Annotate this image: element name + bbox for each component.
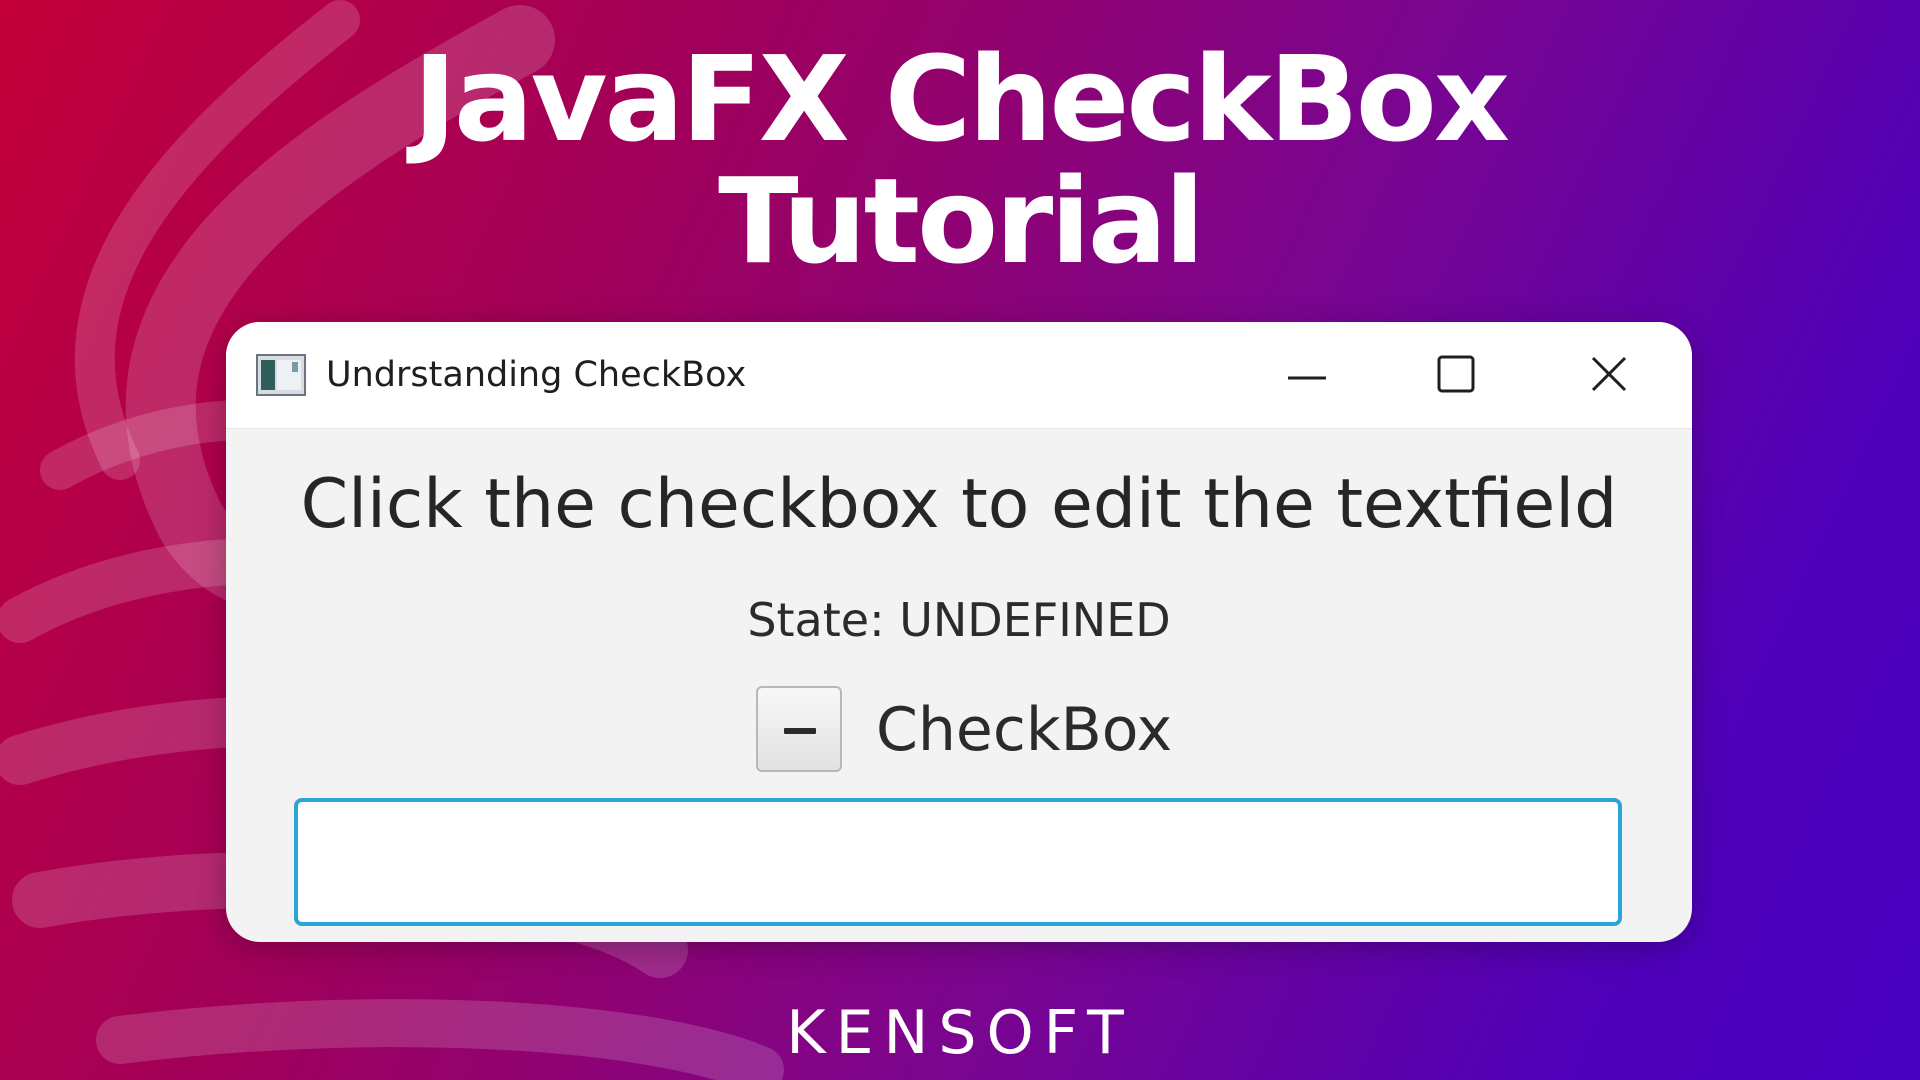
checkbox[interactable]: CheckBox [756, 686, 1216, 776]
maximize-button[interactable] [1417, 344, 1497, 406]
minimize-button[interactable] [1267, 344, 1347, 406]
brand-logo: KENSOFT [786, 998, 1134, 1068]
window-title: Undrstanding CheckBox [326, 355, 747, 395]
app-window: Undrstanding CheckBox Click the checkbox… [226, 322, 1692, 942]
maximize-icon [1437, 355, 1475, 393]
hero-title-line2: Tutorial [718, 152, 1205, 290]
app-window-icon [256, 354, 306, 396]
text-field[interactable] [294, 798, 1622, 926]
instruction-label: Click the checkbox to edit the textfield [300, 465, 1618, 544]
indeterminate-mark-icon [784, 728, 816, 734]
hero-title: JavaFX CheckBox Tutorial [0, 38, 1920, 282]
state-label: State: UNDEFINED [747, 593, 1171, 647]
checkbox-box[interactable] [756, 686, 842, 772]
title-bar[interactable]: Undrstanding CheckBox [226, 322, 1692, 429]
close-icon [1591, 356, 1627, 392]
hero-title-line1: JavaFX CheckBox [413, 30, 1510, 168]
close-button[interactable] [1570, 344, 1650, 406]
checkbox-label[interactable]: CheckBox [876, 694, 1172, 766]
minimize-icon [1288, 376, 1326, 380]
